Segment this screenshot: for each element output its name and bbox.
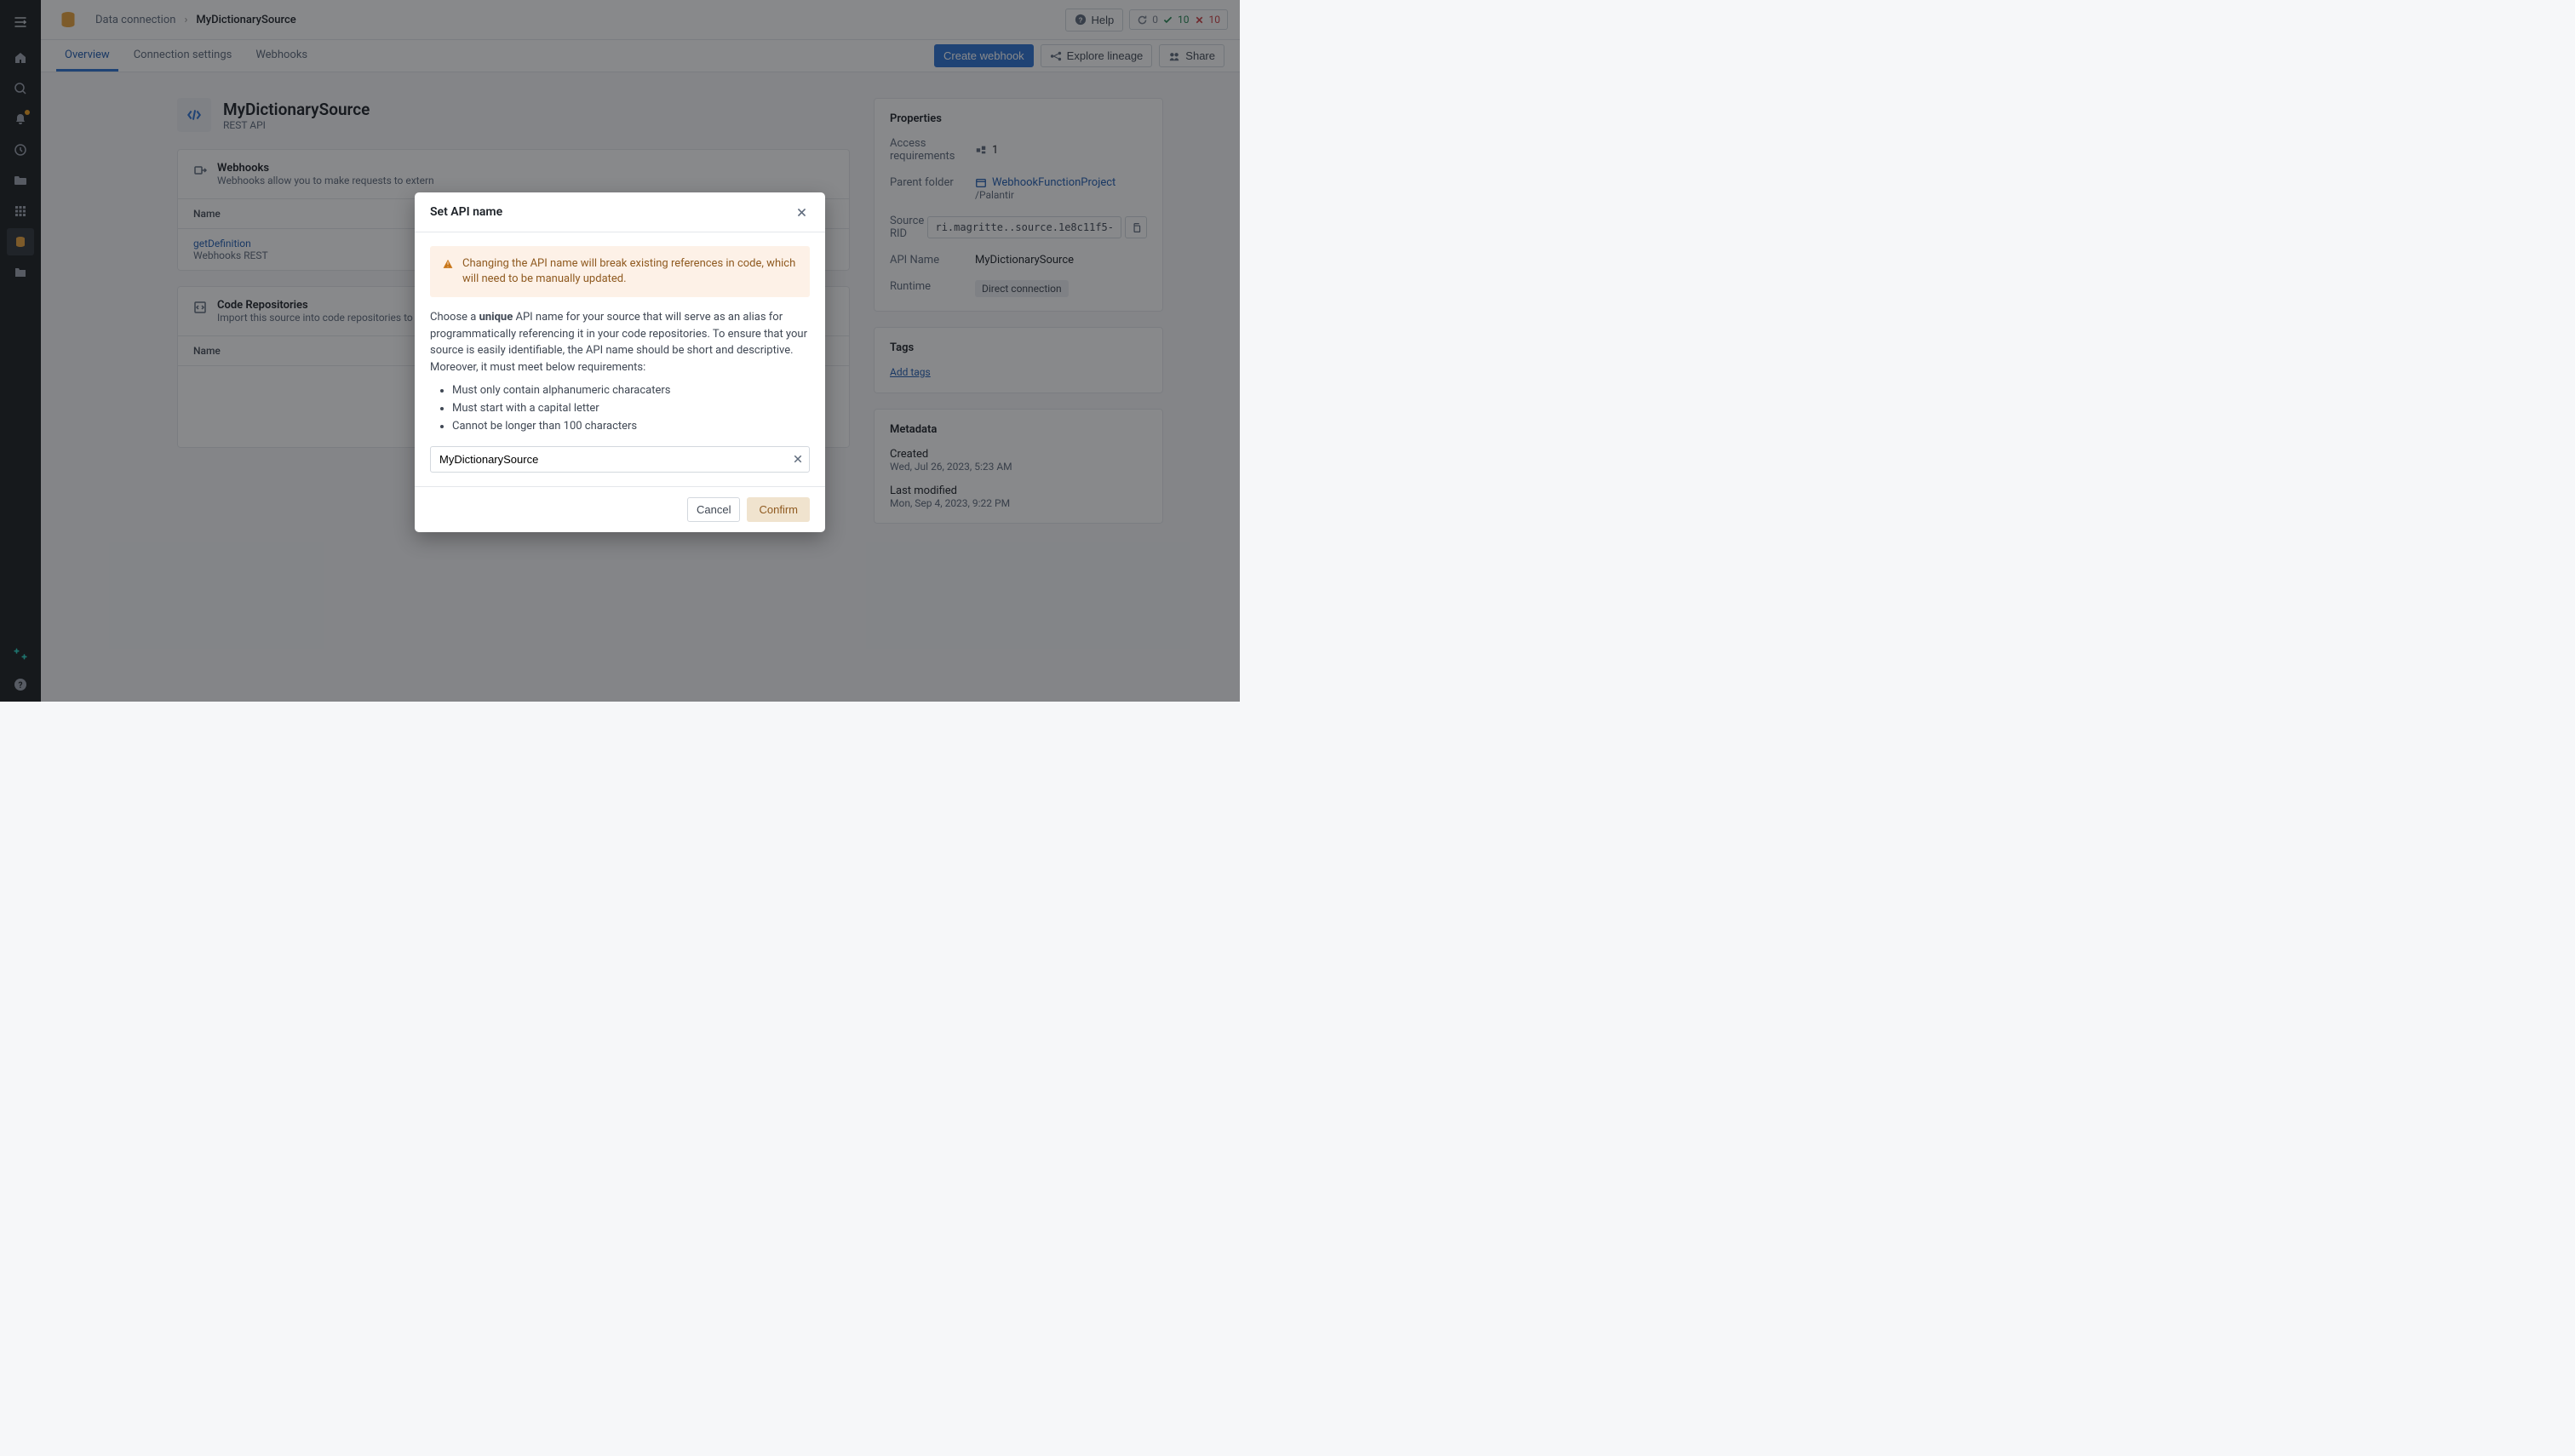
api-name-input[interactable]: [430, 446, 810, 473]
set-api-name-modal: Set API name Changing the API name will …: [415, 192, 825, 532]
cancel-button[interactable]: Cancel: [687, 497, 740, 522]
requirements-list: Must only contain alphanumeric characate…: [430, 382, 810, 435]
warning-text: Changing the API name will break existin…: [462, 256, 798, 287]
list-item: Must only contain alphanumeric characate…: [452, 382, 810, 400]
close-icon[interactable]: [793, 203, 810, 221]
clear-input-icon[interactable]: [793, 454, 803, 464]
modal-title: Set API name: [430, 205, 502, 219]
list-item: Cannot be longer than 100 characters: [452, 418, 810, 436]
modal-description: Choose a unique API name for your source…: [430, 309, 810, 375]
warning-icon: [442, 258, 454, 287]
confirm-button[interactable]: Confirm: [747, 497, 810, 522]
list-item: Must start with a capital letter: [452, 400, 810, 418]
warning-callout: Changing the API name will break existin…: [430, 246, 810, 297]
